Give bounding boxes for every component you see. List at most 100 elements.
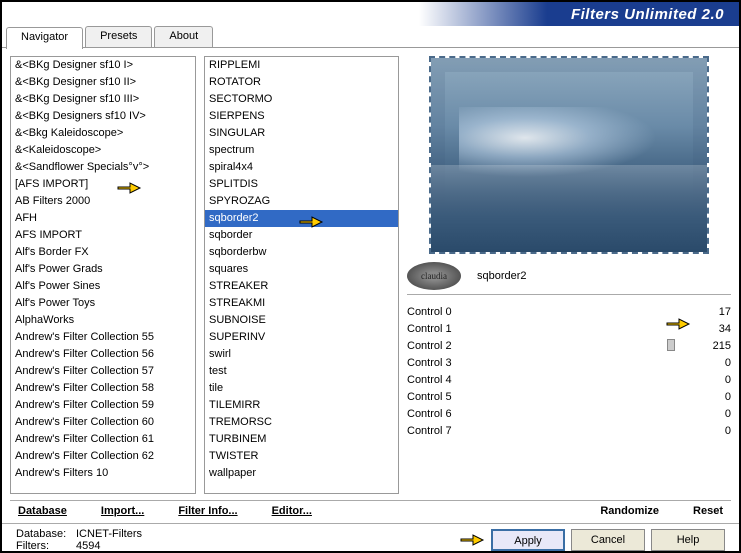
- category-item[interactable]: Andrew's Filter Collection 55: [11, 329, 195, 346]
- filter-item[interactable]: spiral4x4: [205, 159, 398, 176]
- database-link[interactable]: Database: [18, 505, 67, 517]
- control-slider[interactable]: [487, 304, 701, 319]
- filter-item[interactable]: spectrum: [205, 142, 398, 159]
- filter-item[interactable]: swirl: [205, 346, 398, 363]
- filter-info-link[interactable]: Filter Info...: [178, 505, 237, 517]
- category-list[interactable]: &<BKg Designer sf10 I>&<BKg Designer sf1…: [10, 56, 196, 494]
- category-item[interactable]: &<Kaleidoscope>: [11, 142, 195, 159]
- control-row: Control 017: [407, 303, 731, 320]
- control-label: Control 3: [407, 357, 487, 369]
- filters-value: 4594: [76, 540, 100, 552]
- preview-panel: claudia sqborder2 Control 017Control 134…: [407, 56, 731, 500]
- control-label: Control 2: [407, 340, 487, 352]
- filter-item[interactable]: squares: [205, 261, 398, 278]
- database-value: ICNET-Filters: [76, 528, 142, 540]
- category-item[interactable]: Andrew's Filter Collection 57: [11, 363, 195, 380]
- control-slider[interactable]: [487, 372, 701, 387]
- category-item[interactable]: Alf's Power Sines: [11, 278, 195, 295]
- tab-navigator[interactable]: Navigator: [6, 27, 83, 49]
- filter-item[interactable]: test: [205, 363, 398, 380]
- link-bar: Database Import... Filter Info... Editor…: [2, 501, 739, 521]
- filter-item[interactable]: STREAKMI: [205, 295, 398, 312]
- category-item[interactable]: Andrew's Filter Collection 58: [11, 380, 195, 397]
- cancel-button[interactable]: Cancel: [571, 529, 645, 551]
- randomize-link[interactable]: Randomize: [600, 505, 659, 517]
- category-item[interactable]: &<BKg Designer sf10 II>: [11, 74, 195, 91]
- apply-button[interactable]: Apply: [491, 529, 565, 551]
- filter-list[interactable]: RIPPLEMIROTATORSECTORMOSIERPENSSINGULARs…: [204, 56, 399, 494]
- control-row: Control 40: [407, 371, 731, 388]
- filter-item[interactable]: TREMORSC: [205, 414, 398, 431]
- control-slider[interactable]: [487, 406, 701, 421]
- category-item[interactable]: AlphaWorks: [11, 312, 195, 329]
- category-item[interactable]: Andrew's Filter Collection 56: [11, 346, 195, 363]
- import-link[interactable]: Import...: [101, 505, 144, 517]
- filter-item[interactable]: SINGULAR: [205, 125, 398, 142]
- control-slider[interactable]: [487, 338, 701, 353]
- editor-link[interactable]: Editor...: [272, 505, 312, 517]
- filter-item[interactable]: STREAKER: [205, 278, 398, 295]
- filter-item[interactable]: TURBINEM: [205, 431, 398, 448]
- filter-item[interactable]: SUPERINV: [205, 329, 398, 346]
- control-value: 0: [701, 408, 731, 420]
- filter-item[interactable]: wallpaper: [205, 465, 398, 482]
- filter-name-label: sqborder2: [469, 266, 731, 286]
- category-item[interactable]: AFH: [11, 210, 195, 227]
- category-item[interactable]: &<BKg Designer sf10 I>: [11, 57, 195, 74]
- filter-item[interactable]: SUBNOISE: [205, 312, 398, 329]
- filter-item[interactable]: ROTATOR: [205, 74, 398, 91]
- title-bar: Filters Unlimited 2.0: [2, 2, 739, 26]
- controls-panel: Control 017Control 134Control 2215Contro…: [407, 303, 731, 439]
- control-value: 0: [701, 374, 731, 386]
- filter-item[interactable]: sqborder2: [205, 210, 398, 227]
- category-item[interactable]: AFS IMPORT: [11, 227, 195, 244]
- category-item[interactable]: Andrew's Filter Collection 62: [11, 448, 195, 465]
- control-slider[interactable]: [487, 389, 701, 404]
- category-item[interactable]: Andrew's Filter Collection 60: [11, 414, 195, 431]
- tab-presets[interactable]: Presets: [85, 26, 152, 47]
- filter-item[interactable]: SIERPENS: [205, 108, 398, 125]
- help-button[interactable]: Help: [651, 529, 725, 551]
- category-item[interactable]: [AFS IMPORT]: [11, 176, 195, 193]
- control-label: Control 0: [407, 306, 487, 318]
- category-item[interactable]: Andrew's Filter Collection 61: [11, 431, 195, 448]
- category-item[interactable]: &<Sandflower Specials°v°>: [11, 159, 195, 176]
- category-item[interactable]: Alf's Power Grads: [11, 261, 195, 278]
- category-item[interactable]: &<BKg Designer sf10 III>: [11, 91, 195, 108]
- control-label: Control 5: [407, 391, 487, 403]
- control-slider[interactable]: [487, 321, 701, 336]
- control-label: Control 1: [407, 323, 487, 335]
- category-item[interactable]: AB Filters 2000: [11, 193, 195, 210]
- control-label: Control 7: [407, 425, 487, 437]
- filter-item[interactable]: SPYROZAG: [205, 193, 398, 210]
- control-row: Control 134: [407, 320, 731, 337]
- category-item[interactable]: Alf's Power Toys: [11, 295, 195, 312]
- filter-item[interactable]: SPLITDIS: [205, 176, 398, 193]
- reset-link[interactable]: Reset: [693, 505, 723, 517]
- filter-item[interactable]: TILEMIRR: [205, 397, 398, 414]
- control-row: Control 3 0: [407, 354, 731, 371]
- logo-icon: claudia: [407, 262, 461, 290]
- control-slider[interactable]: [487, 355, 701, 370]
- control-slider[interactable]: [487, 423, 701, 438]
- filter-item[interactable]: sqborderbw: [205, 244, 398, 261]
- database-label: Database:: [16, 528, 76, 540]
- category-item[interactable]: &<Bkg Kaleidoscope>: [11, 125, 195, 142]
- category-item[interactable]: Andrew's Filters 10: [11, 465, 195, 482]
- category-item[interactable]: Alf's Border FX: [11, 244, 195, 261]
- filter-item[interactable]: TWISTER: [205, 448, 398, 465]
- preview-image: [429, 56, 709, 254]
- control-value: 0: [701, 357, 731, 369]
- app-title: Filters Unlimited 2.0: [571, 6, 724, 23]
- control-row: Control 2215: [407, 337, 731, 354]
- filter-item[interactable]: sqborder: [205, 227, 398, 244]
- control-value: 0: [701, 391, 731, 403]
- tab-about[interactable]: About: [154, 26, 213, 47]
- category-item[interactable]: &<BKg Designers sf10 IV>: [11, 108, 195, 125]
- filter-item[interactable]: RIPPLEMI: [205, 57, 398, 74]
- control-label: Control 6: [407, 408, 487, 420]
- filter-item[interactable]: SECTORMO: [205, 91, 398, 108]
- filter-item[interactable]: tile: [205, 380, 398, 397]
- category-item[interactable]: Andrew's Filter Collection 59: [11, 397, 195, 414]
- pointer-hand-icon: [459, 531, 485, 549]
